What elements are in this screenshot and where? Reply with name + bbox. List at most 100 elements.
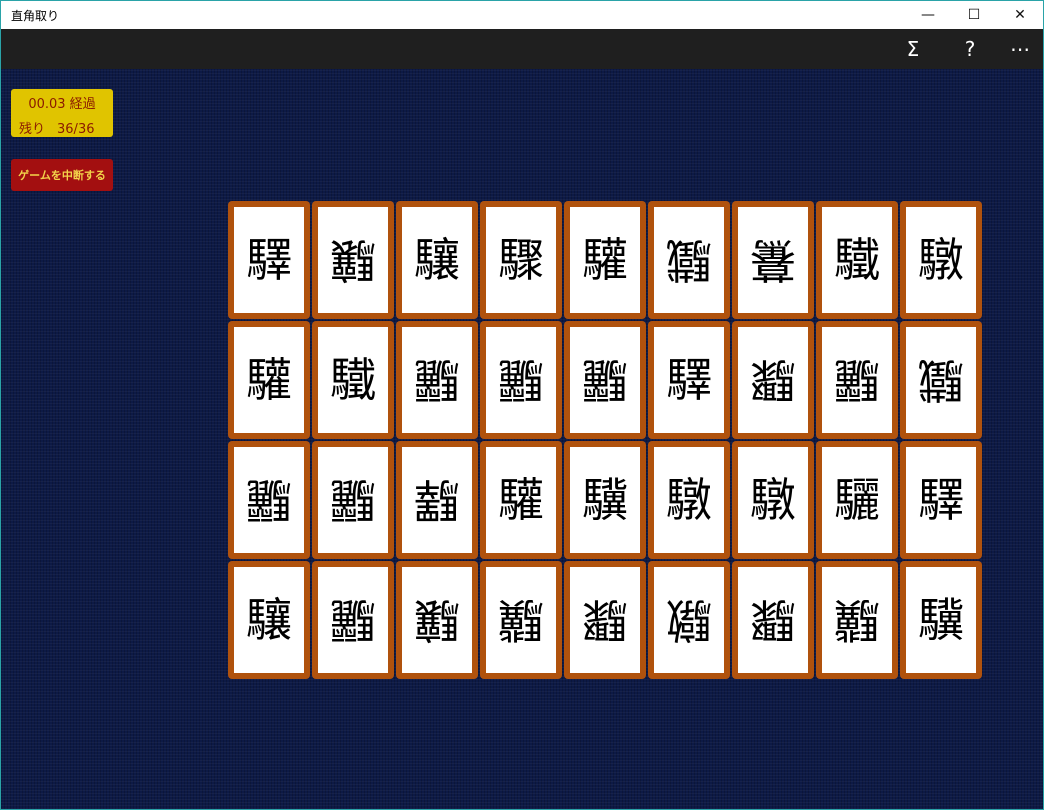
card-character: 驛 xyxy=(918,473,964,527)
card-character: 驤 xyxy=(414,233,460,287)
card-character: 驟 xyxy=(750,593,796,647)
card[interactable]: 驐 xyxy=(900,201,982,319)
card-face: 驥 xyxy=(570,447,640,553)
card-face: 驐 xyxy=(654,447,724,553)
card[interactable]: 驖 xyxy=(648,201,730,319)
more-options-button[interactable]: ⋯ xyxy=(997,29,1043,69)
window-controls: — ☐ ✕ xyxy=(905,1,1043,29)
card-face: 驪 xyxy=(822,327,892,433)
card[interactable]: 驛 xyxy=(228,201,310,319)
card[interactable]: 驥 xyxy=(816,561,898,679)
card-face: 驥 xyxy=(906,567,976,673)
card-character: 驪 xyxy=(834,473,880,527)
card-grid: 驛驤驤驟驩驖驀驖驐驩驖驪驪驪驛驟驪驖驪驪驛驩驥驐驐驪驛驤驪驤驥驟驐驟驥驥 xyxy=(228,201,984,681)
card[interactable]: 驐 xyxy=(732,441,814,559)
card-character: 驥 xyxy=(834,593,880,647)
card-face: 驟 xyxy=(570,567,640,673)
card[interactable]: 驪 xyxy=(228,441,310,559)
app-window: 直角取り — ☐ ✕ Σ ? ⋯ 00.03 経過 残り 36/36 ゲームを中… xyxy=(0,0,1044,810)
card[interactable]: 驟 xyxy=(480,201,562,319)
maximize-button[interactable]: ☐ xyxy=(951,1,997,29)
card-face: 驪 xyxy=(318,567,388,673)
card[interactable]: 驪 xyxy=(312,561,394,679)
card[interactable]: 驩 xyxy=(564,201,646,319)
card-face: 驟 xyxy=(486,207,556,313)
help-button[interactable]: ? xyxy=(947,29,993,69)
card-face: 驪 xyxy=(486,327,556,433)
card-character: 驐 xyxy=(666,473,712,527)
card-face: 驥 xyxy=(822,567,892,673)
card-character: 驐 xyxy=(666,593,712,647)
card[interactable]: 驪 xyxy=(564,321,646,439)
card-character: 驥 xyxy=(582,473,628,527)
card[interactable]: 驐 xyxy=(648,441,730,559)
card[interactable]: 驪 xyxy=(396,321,478,439)
card-character: 驖 xyxy=(330,353,376,407)
card-character: 驪 xyxy=(834,353,880,407)
card-face: 驟 xyxy=(738,327,808,433)
card-character: 驩 xyxy=(582,233,628,287)
card-character: 驪 xyxy=(330,593,376,647)
abort-game-button[interactable]: ゲームを中断する xyxy=(11,159,113,191)
card[interactable]: 驛 xyxy=(900,441,982,559)
card-character: 驪 xyxy=(498,353,544,407)
card[interactable]: 驛 xyxy=(648,321,730,439)
card[interactable]: 驩 xyxy=(480,441,562,559)
status-panel: 00.03 経過 残り 36/36 xyxy=(11,89,113,137)
card[interactable]: 驪 xyxy=(312,441,394,559)
card-face: 驖 xyxy=(318,327,388,433)
card[interactable]: 驛 xyxy=(396,441,478,559)
card-face: 驖 xyxy=(822,207,892,313)
statistics-button[interactable]: Σ xyxy=(890,29,936,69)
card-face: 驖 xyxy=(906,327,976,433)
card[interactable]: 驤 xyxy=(396,561,478,679)
card-face: 驤 xyxy=(234,567,304,673)
card[interactable]: 驥 xyxy=(564,441,646,559)
card-character: 驤 xyxy=(330,233,376,287)
card[interactable]: 驀 xyxy=(732,201,814,319)
close-icon: ✕ xyxy=(1014,7,1026,23)
card[interactable]: 驤 xyxy=(312,201,394,319)
title-bar: 直角取り — ☐ ✕ xyxy=(1,1,1043,29)
card[interactable]: 驪 xyxy=(480,321,562,439)
card-face: 驩 xyxy=(486,447,556,553)
card[interactable]: 驩 xyxy=(228,321,310,439)
card-character: 驪 xyxy=(582,353,628,407)
maximize-icon: ☐ xyxy=(967,7,981,23)
card[interactable]: 驖 xyxy=(816,201,898,319)
card[interactable]: 驖 xyxy=(900,321,982,439)
card-face: 驖 xyxy=(654,207,724,313)
card-character: 驐 xyxy=(918,233,964,287)
card-character: 驩 xyxy=(246,353,292,407)
card-character: 驩 xyxy=(498,473,544,527)
minimize-icon: — xyxy=(921,7,935,23)
card-character: 驟 xyxy=(750,353,796,407)
command-bar: Σ ? ⋯ xyxy=(1,29,1043,69)
card-character: 驛 xyxy=(666,353,712,407)
card[interactable]: 驥 xyxy=(480,561,562,679)
minimize-button[interactable]: — xyxy=(905,1,951,29)
card[interactable]: 驪 xyxy=(816,321,898,439)
card[interactable]: 驟 xyxy=(732,561,814,679)
card-face: 驛 xyxy=(654,327,724,433)
help-icon: ? xyxy=(964,37,976,61)
card[interactable]: 驤 xyxy=(396,201,478,319)
card-character: 驟 xyxy=(498,233,544,287)
remaining-label: 残り xyxy=(19,122,46,137)
card[interactable]: 驐 xyxy=(648,561,730,679)
card[interactable]: 驪 xyxy=(816,441,898,559)
card-face: 驪 xyxy=(570,327,640,433)
card[interactable]: 驟 xyxy=(732,321,814,439)
card-character: 驤 xyxy=(414,593,460,647)
card[interactable]: 驤 xyxy=(228,561,310,679)
card[interactable]: 驥 xyxy=(900,561,982,679)
card[interactable]: 驟 xyxy=(564,561,646,679)
close-button[interactable]: ✕ xyxy=(997,1,1043,29)
card-face: 驪 xyxy=(318,447,388,553)
card-face: 驤 xyxy=(318,207,388,313)
sigma-icon: Σ xyxy=(906,37,920,61)
remaining-count: 残り 36/36 xyxy=(19,118,94,137)
card[interactable]: 驖 xyxy=(312,321,394,439)
card-character: 驀 xyxy=(750,233,796,287)
card-character: 驐 xyxy=(750,473,796,527)
